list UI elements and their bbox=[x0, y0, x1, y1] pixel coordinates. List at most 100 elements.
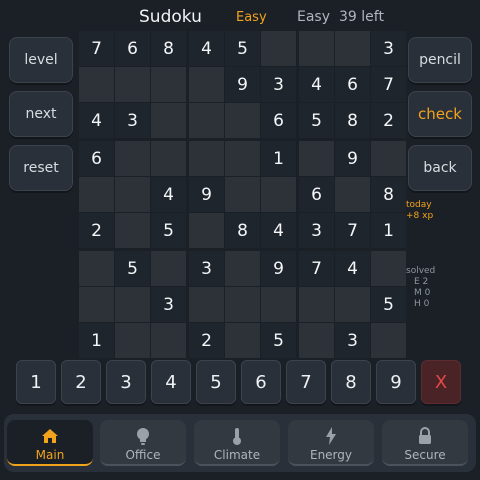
sudoku-cell[interactable]: 9 bbox=[335, 141, 370, 176]
sudoku-cell[interactable]: 1 bbox=[79, 323, 114, 358]
number-key-5[interactable]: 5 bbox=[196, 360, 236, 404]
sudoku-cell[interactable]: 2 bbox=[371, 103, 406, 138]
sudoku-cell[interactable] bbox=[115, 177, 150, 212]
sudoku-cell[interactable]: 6 bbox=[299, 177, 334, 212]
sudoku-cell[interactable]: 3 bbox=[151, 287, 186, 322]
sudoku-cell[interactable] bbox=[335, 31, 370, 66]
sudoku-cell[interactable]: 4 bbox=[261, 213, 296, 248]
sudoku-cell[interactable]: 8 bbox=[335, 103, 370, 138]
sudoku-cell[interactable]: 8 bbox=[151, 31, 186, 66]
next-button[interactable]: next bbox=[9, 91, 73, 137]
sudoku-cell[interactable]: 7 bbox=[335, 213, 370, 248]
reset-button[interactable]: reset bbox=[9, 145, 73, 191]
sudoku-cell[interactable] bbox=[335, 177, 370, 212]
check-button[interactable]: check bbox=[408, 91, 472, 137]
sudoku-cell[interactable]: 9 bbox=[261, 251, 296, 286]
sudoku-cell[interactable] bbox=[189, 287, 224, 322]
sudoku-cell[interactable] bbox=[79, 177, 114, 212]
sudoku-cell[interactable]: 7 bbox=[371, 67, 406, 102]
tab-main[interactable]: Main bbox=[7, 420, 93, 466]
sudoku-cell[interactable]: 8 bbox=[371, 177, 406, 212]
sudoku-cell[interactable]: 5 bbox=[371, 287, 406, 322]
sudoku-cell[interactable] bbox=[79, 287, 114, 322]
sudoku-cell[interactable]: 9 bbox=[189, 177, 224, 212]
number-key-3[interactable]: 3 bbox=[106, 360, 146, 404]
number-key-4[interactable]: 4 bbox=[151, 360, 191, 404]
sudoku-cell[interactable]: 3 bbox=[299, 213, 334, 248]
sudoku-cell[interactable] bbox=[151, 323, 186, 358]
pencil-button[interactable]: pencil bbox=[408, 37, 472, 83]
sudoku-cell[interactable]: 3 bbox=[335, 323, 370, 358]
sudoku-cell[interactable] bbox=[151, 67, 186, 102]
tab-climate[interactable]: Climate bbox=[194, 420, 280, 466]
sudoku-cell[interactable]: 3 bbox=[115, 103, 150, 138]
sudoku-cell[interactable] bbox=[225, 287, 260, 322]
sudoku-cell[interactable]: 4 bbox=[299, 67, 334, 102]
sudoku-cell[interactable] bbox=[115, 141, 150, 176]
sudoku-cell[interactable] bbox=[225, 177, 260, 212]
sudoku-cell[interactable]: 4 bbox=[79, 103, 114, 138]
sudoku-cell[interactable] bbox=[189, 67, 224, 102]
sudoku-cell[interactable] bbox=[225, 251, 260, 286]
sudoku-cell[interactable]: 1 bbox=[371, 213, 406, 248]
back-button[interactable]: back bbox=[408, 145, 472, 191]
sudoku-cell[interactable] bbox=[261, 177, 296, 212]
sudoku-cell[interactable]: 6 bbox=[261, 103, 296, 138]
level-button[interactable]: level bbox=[9, 37, 73, 83]
sudoku-cell[interactable]: 8 bbox=[225, 213, 260, 248]
sudoku-cell[interactable] bbox=[299, 323, 334, 358]
number-key-8[interactable]: 8 bbox=[331, 360, 371, 404]
sudoku-cell[interactable]: 4 bbox=[151, 177, 186, 212]
sudoku-cell[interactable] bbox=[115, 287, 150, 322]
sudoku-cell[interactable] bbox=[115, 213, 150, 248]
sudoku-cell[interactable]: 3 bbox=[189, 251, 224, 286]
clear-button[interactable]: X bbox=[421, 360, 461, 404]
sudoku-cell[interactable] bbox=[225, 141, 260, 176]
sudoku-cell[interactable]: 2 bbox=[79, 213, 114, 248]
sudoku-cell[interactable]: 5 bbox=[115, 251, 150, 286]
sudoku-cell[interactable]: 3 bbox=[261, 67, 296, 102]
sudoku-cell[interactable]: 5 bbox=[151, 213, 186, 248]
number-key-2[interactable]: 2 bbox=[61, 360, 101, 404]
sudoku-cell[interactable] bbox=[189, 213, 224, 248]
sudoku-cell[interactable] bbox=[299, 141, 334, 176]
sudoku-cell[interactable] bbox=[151, 251, 186, 286]
sudoku-cell[interactable]: 3 bbox=[371, 31, 406, 66]
number-key-7[interactable]: 7 bbox=[286, 360, 326, 404]
sudoku-cell[interactable] bbox=[299, 31, 334, 66]
sudoku-cell[interactable] bbox=[79, 251, 114, 286]
sudoku-cell[interactable]: 6 bbox=[335, 67, 370, 102]
sudoku-cell[interactable] bbox=[189, 103, 224, 138]
sudoku-cell[interactable]: 5 bbox=[261, 323, 296, 358]
sudoku-cell[interactable]: 2 bbox=[189, 323, 224, 358]
sudoku-cell[interactable] bbox=[261, 31, 296, 66]
sudoku-cell[interactable]: 6 bbox=[79, 141, 114, 176]
sudoku-cell[interactable]: 1 bbox=[261, 141, 296, 176]
sudoku-cell[interactable]: 7 bbox=[299, 251, 334, 286]
sudoku-cell[interactable] bbox=[79, 67, 114, 102]
sudoku-cell[interactable] bbox=[151, 141, 186, 176]
sudoku-cell[interactable]: 9 bbox=[225, 67, 260, 102]
sudoku-cell[interactable] bbox=[151, 103, 186, 138]
sudoku-cell[interactable]: 5 bbox=[225, 31, 260, 66]
tab-secure[interactable]: Secure bbox=[382, 420, 468, 466]
sudoku-cell[interactable]: 6 bbox=[115, 31, 150, 66]
number-key-9[interactable]: 9 bbox=[376, 360, 416, 404]
sudoku-cell[interactable] bbox=[299, 287, 334, 322]
number-key-1[interactable]: 1 bbox=[16, 360, 56, 404]
sudoku-cell[interactable] bbox=[115, 67, 150, 102]
number-key-6[interactable]: 6 bbox=[241, 360, 281, 404]
tab-office[interactable]: Office bbox=[100, 420, 186, 466]
sudoku-cell[interactable] bbox=[225, 103, 260, 138]
tab-energy[interactable]: Energy bbox=[288, 420, 374, 466]
sudoku-cell[interactable]: 4 bbox=[189, 31, 224, 66]
sudoku-cell[interactable] bbox=[189, 141, 224, 176]
sudoku-cell[interactable]: 7 bbox=[79, 31, 114, 66]
sudoku-cell[interactable] bbox=[335, 287, 370, 322]
sudoku-cell[interactable] bbox=[371, 251, 406, 286]
sudoku-cell[interactable] bbox=[225, 323, 260, 358]
sudoku-cell[interactable] bbox=[261, 287, 296, 322]
sudoku-cell[interactable] bbox=[371, 141, 406, 176]
sudoku-cell[interactable]: 4 bbox=[335, 251, 370, 286]
sudoku-cell[interactable] bbox=[115, 323, 150, 358]
